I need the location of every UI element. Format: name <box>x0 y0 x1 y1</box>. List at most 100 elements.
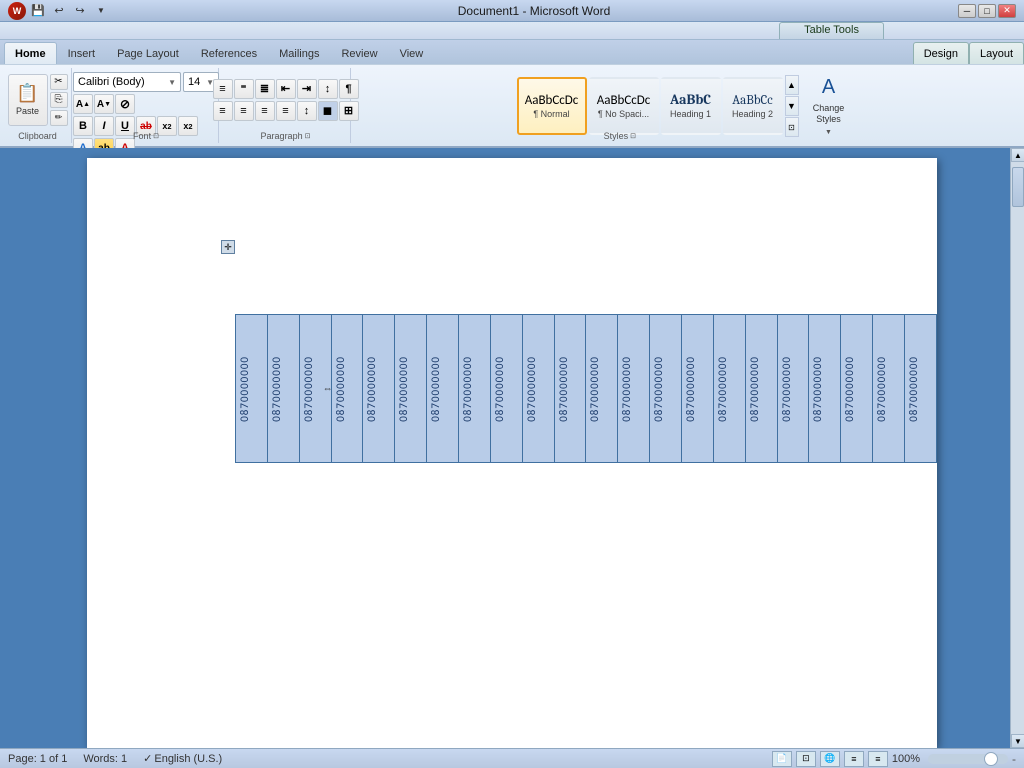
table-cell-16[interactable]: 0870000000 <box>713 315 745 463</box>
maximize-button[interactable]: □ <box>978 4 996 18</box>
table-cell-12[interactable]: 0870000000 <box>586 315 618 463</box>
font-name-select[interactable]: Calibri (Body) ▼ <box>73 72 181 92</box>
styles-scroll-down[interactable]: ▼ <box>785 96 799 116</box>
underline-button[interactable]: U <box>115 116 135 136</box>
font-expand-icon[interactable]: ⊡ <box>153 132 159 140</box>
style-h2-preview: AaBbCc <box>732 94 772 107</box>
table-move-handle[interactable]: ✛ <box>221 240 235 254</box>
zoom-out-button[interactable]: - <box>1012 752 1016 766</box>
bullets-button[interactable]: ≡ <box>213 79 233 99</box>
tab-design[interactable]: Design <box>913 42 969 64</box>
table-cell-11[interactable]: 0870000000 <box>554 315 586 463</box>
table-cell-10[interactable]: 0870000000 <box>522 315 554 463</box>
zoom-slider[interactable] <box>928 754 1008 764</box>
change-styles-icon: A <box>822 76 835 99</box>
status-right: 📄 ⊡ 🌐 ≡ ≡ 100% - <box>772 751 1016 767</box>
table-cell-14[interactable]: 0870000000 <box>650 315 682 463</box>
table-cell-1[interactable]: 0870000000 <box>236 315 268 463</box>
col-resize-handle[interactable]: ⇔ <box>323 383 333 394</box>
scroll-up-button[interactable]: ▲ <box>1011 148 1024 162</box>
shrink-font-button[interactable]: A▼ <box>94 94 114 114</box>
view-draft-button[interactable]: ≡ <box>868 751 888 767</box>
table-cell-17[interactable]: 0870000000 <box>745 315 777 463</box>
office-orb[interactable]: W <box>8 2 26 20</box>
scroll-thumb[interactable] <box>1012 167 1024 207</box>
style-normal[interactable]: AaBbCcDc ¶ Normal <box>517 77 587 135</box>
view-web-button[interactable]: 🌐 <box>820 751 840 767</box>
scroll-track <box>1011 162 1024 734</box>
style-heading2[interactable]: AaBbCc Heading 2 <box>723 77 783 135</box>
language-indicator[interactable]: ✓ English (U.S.) <box>143 752 222 765</box>
styles-scroll-up[interactable]: ▲ <box>785 75 799 95</box>
italic-button[interactable]: I <box>94 116 114 136</box>
align-right-button[interactable]: ≡ <box>255 101 275 121</box>
quick-access-save[interactable]: 💾 <box>29 2 47 20</box>
numbering-button[interactable]: ⁼ <box>234 79 254 99</box>
table-cell-15[interactable]: 0870000000 <box>682 315 714 463</box>
title-bar: W 💾 ↩ ↪ ▼ Document1 - Microsoft Word ─ □… <box>0 0 1024 22</box>
table-cell-3[interactable]: 0870000000 ⇔ <box>299 315 331 463</box>
align-center-button[interactable]: ≡ <box>234 101 254 121</box>
format-painter-button[interactable]: ✏ <box>50 110 68 126</box>
style-normal-preview: AaBbCcDc <box>525 94 579 107</box>
para-expand-icon[interactable]: ⊡ <box>305 132 311 140</box>
close-button[interactable]: ✕ <box>998 4 1016 18</box>
tab-mailings[interactable]: Mailings <box>268 42 330 64</box>
grow-font-button[interactable]: A▲ <box>73 94 93 114</box>
sort-button[interactable]: ↕ <box>318 79 338 99</box>
cut-button[interactable]: ✂ <box>50 74 68 90</box>
table-cell-7[interactable]: 0870000000 <box>427 315 459 463</box>
tab-layout[interactable]: Layout <box>969 42 1024 64</box>
tab-home[interactable]: Home <box>4 42 57 64</box>
table-cell-2[interactable]: 0870000000 <box>267 315 299 463</box>
styles-expand-icon[interactable]: ⊡ <box>630 132 636 140</box>
table-cell-18[interactable]: 0870000000 <box>777 315 809 463</box>
multilevel-list-button[interactable]: ≣ <box>255 79 275 99</box>
minimize-button[interactable]: ─ <box>958 4 976 18</box>
table-cell-4[interactable]: 0870000000 <box>331 315 363 463</box>
table-cell-8[interactable]: 0870000000 <box>459 315 491 463</box>
style-heading1[interactable]: AaBbC Heading 1 <box>661 77 721 135</box>
style-nospace[interactable]: AaBbCcDc ¶ No Spaci... <box>589 77 659 135</box>
superscript-button[interactable]: x2 <box>178 116 198 136</box>
view-fullscreen-button[interactable]: ⊡ <box>796 751 816 767</box>
align-left-button[interactable]: ≡ <box>213 101 233 121</box>
paste-button[interactable]: 📋 Paste <box>8 74 48 126</box>
table-cell-6[interactable]: 0870000000 <box>395 315 427 463</box>
table-row: 0870000000 0870000000 0870000000 ⇔ 08700… <box>236 315 937 463</box>
tab-review[interactable]: Review <box>330 42 388 64</box>
table-cell-19[interactable]: 0870000000 <box>809 315 841 463</box>
decrease-indent-button[interactable]: ⇤ <box>276 79 296 99</box>
window-controls: ─ □ ✕ <box>958 4 1016 18</box>
tab-pagelayout[interactable]: Page Layout <box>106 42 190 64</box>
styles-more[interactable]: ⊡ <box>785 117 799 137</box>
clear-format-button[interactable]: ⊘ <box>115 94 135 114</box>
quick-access-undo[interactable]: ↩ <box>50 2 68 20</box>
line-spacing-button[interactable]: ↕ <box>297 101 317 121</box>
document-area: ✛ 0870000000 0870000000 0870000000 ⇔ 087… <box>0 148 1024 748</box>
style-nospace-label: ¶ No Spaci... <box>598 109 649 119</box>
words-status: Words: 1 <box>83 753 127 765</box>
view-print-button[interactable]: 📄 <box>772 751 792 767</box>
quick-access-customize[interactable]: ▼ <box>92 2 110 20</box>
scroll-down-button[interactable]: ▼ <box>1011 734 1024 748</box>
change-styles-button[interactable]: A ChangeStyles ▼ <box>801 77 857 135</box>
view-outline-button[interactable]: ≡ <box>844 751 864 767</box>
justify-button[interactable]: ≡ <box>276 101 296 121</box>
quick-access-redo[interactable]: ↪ <box>71 2 89 20</box>
table-cell-13[interactable]: 0870000000 <box>618 315 650 463</box>
bold-button[interactable]: B <box>73 116 93 136</box>
table-cell-5[interactable]: 0870000000 <box>363 315 395 463</box>
subscript-button[interactable]: x2 <box>157 116 177 136</box>
shading-button[interactable]: ◼ <box>318 101 338 121</box>
table-cell-20[interactable]: 0870000000 <box>841 315 873 463</box>
style-h1-preview: AaBbC <box>670 93 711 107</box>
table-cell-9[interactable]: 0870000000 <box>490 315 522 463</box>
increase-indent-button[interactable]: ⇥ <box>297 79 317 99</box>
tab-references[interactable]: References <box>190 42 268 64</box>
copy-button[interactable]: ⎘ <box>50 92 68 108</box>
table-cell-21[interactable]: 0870000000 <box>873 315 905 463</box>
tab-insert[interactable]: Insert <box>57 42 107 64</box>
tab-view[interactable]: View <box>389 42 435 64</box>
table-cell-22[interactable]: 0870000000 <box>905 315 937 463</box>
